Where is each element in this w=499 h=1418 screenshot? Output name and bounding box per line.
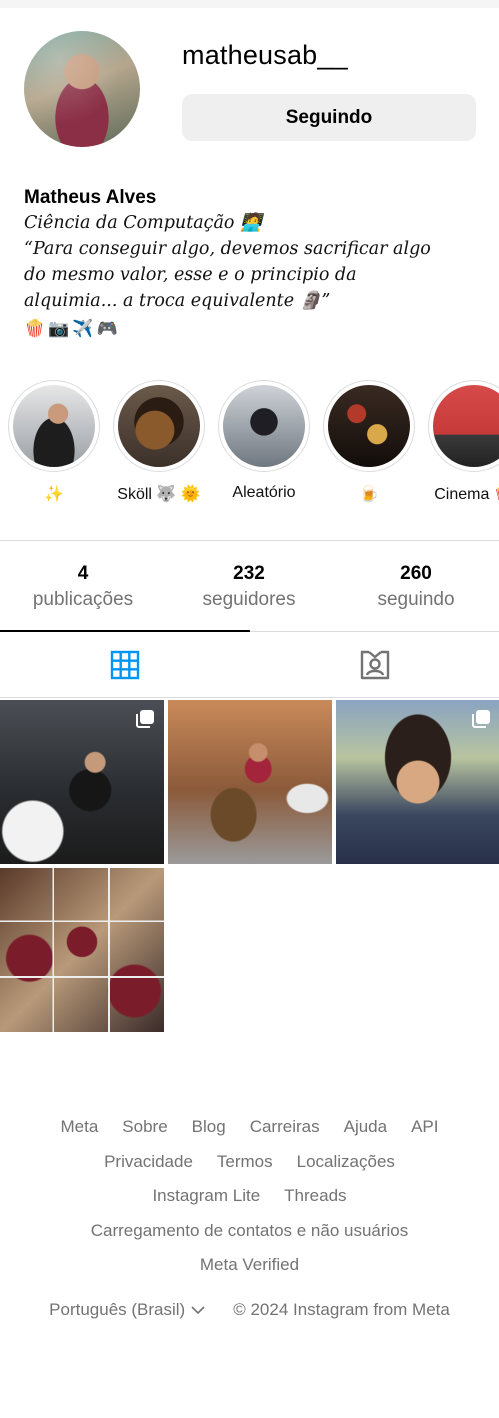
footer-row: Carregamento de contatos e não usuários xyxy=(0,1214,499,1249)
highlight-ring xyxy=(323,380,415,472)
bio-emojis: 🍿📷✈️🎮 xyxy=(24,319,121,338)
footer-link[interactable]: Carregamento de contatos e não usuários xyxy=(91,1221,409,1241)
multiple-photos-icon xyxy=(472,710,490,728)
highlight-cover xyxy=(223,385,305,467)
bio-line: “Para conseguir algo, devemos sacrificar… xyxy=(24,239,431,259)
highlight-label: ✨ xyxy=(44,486,64,503)
post-thumbnail[interactable] xyxy=(0,700,164,864)
footer-row: Meta Verified xyxy=(0,1248,499,1283)
followers-count: 232 xyxy=(233,563,265,584)
tab-posts-grid[interactable] xyxy=(0,632,250,698)
followers-stat[interactable]: 232 seguidores xyxy=(166,562,332,614)
footer-link[interactable]: Blog xyxy=(192,1117,226,1137)
highlight-cover xyxy=(433,385,499,467)
story-highlights: ✨ Sköll 🐺 🌞 Aleatório 🍺 Cinema 🍿 xyxy=(0,380,499,510)
footer: Meta Sobre Blog Carreiras Ajuda API Priv… xyxy=(0,1110,499,1283)
highlight-ring xyxy=(218,380,310,472)
tab-tagged[interactable] xyxy=(250,632,499,698)
posts-count: 4 xyxy=(77,563,89,584)
highlight-item[interactable]: Cinema 🍿 xyxy=(428,380,499,504)
post-thumbnail[interactable] xyxy=(0,868,164,1032)
bio-line: Ciência da Computação 🧑‍💻 xyxy=(24,213,262,233)
highlight-item[interactable]: Sköll 🐺 🌞 xyxy=(113,380,205,504)
language-selector[interactable]: Português (Brasil) xyxy=(49,1300,205,1320)
posts-stat: 4 publicações xyxy=(0,562,166,614)
followers-label: seguidores xyxy=(202,589,296,610)
top-strip xyxy=(0,0,499,8)
footer-link[interactable]: Privacidade xyxy=(104,1152,193,1172)
footer-link[interactable]: API xyxy=(411,1117,438,1137)
grid-icon xyxy=(110,650,140,680)
divider xyxy=(0,697,499,698)
highlight-label: Sköll 🐺 🌞 xyxy=(117,486,201,503)
footer-link[interactable]: Meta Verified xyxy=(200,1255,299,1275)
following-label: seguindo xyxy=(377,589,455,610)
avatar[interactable] xyxy=(24,31,140,147)
post-thumbnail[interactable] xyxy=(168,700,332,864)
footer-link[interactable]: Sobre xyxy=(122,1117,167,1137)
footer-link[interactable]: Ajuda xyxy=(344,1117,387,1137)
highlight-item[interactable]: 🍺 xyxy=(323,380,415,504)
footer-row: Privacidade Termos Localizações xyxy=(0,1145,499,1180)
following-button[interactable]: Seguindo xyxy=(182,94,476,141)
footer-link[interactable]: Carreiras xyxy=(250,1117,320,1137)
full-name: Matheus Alves xyxy=(24,187,157,208)
divider xyxy=(0,540,499,541)
footer-link[interactable]: Termos xyxy=(217,1152,273,1172)
highlight-cover xyxy=(328,385,410,467)
highlight-cover xyxy=(118,385,200,467)
post-thumbnail[interactable] xyxy=(336,700,499,864)
highlight-label: 🍺 xyxy=(359,486,379,503)
footer-link[interactable]: Meta xyxy=(61,1117,99,1137)
copyright: © 2024 Instagram from Meta xyxy=(233,1300,450,1319)
highlight-label: Aleatório xyxy=(232,484,296,501)
following-stat[interactable]: 260 seguindo xyxy=(333,562,499,614)
chevron-down-icon xyxy=(191,1306,205,1315)
highlight-item[interactable]: ✨ xyxy=(8,380,100,504)
footer-link[interactable]: Localizações xyxy=(297,1152,395,1172)
footer-bottom: Português (Brasil) © 2024 Instagram from… xyxy=(0,1300,499,1320)
bio: Matheus Alves Ciência da Computação 🧑‍💻 … xyxy=(24,185,484,344)
footer-row: Meta Sobre Blog Carreiras Ajuda API xyxy=(0,1110,499,1145)
language-label: Português (Brasil) xyxy=(49,1300,186,1319)
highlight-ring xyxy=(428,380,499,472)
highlight-ring xyxy=(113,380,205,472)
username: matheusab__ xyxy=(182,40,348,70)
footer-link[interactable]: Threads xyxy=(284,1186,346,1206)
bio-line: alquimia... a troca equivalente 🗿” xyxy=(24,291,331,311)
following-count: 260 xyxy=(400,563,432,584)
multiple-photos-icon xyxy=(136,710,154,728)
tagged-user-icon xyxy=(360,650,390,680)
posts-label: publicações xyxy=(32,589,134,610)
highlight-item[interactable]: Aleatório xyxy=(218,380,310,502)
footer-row: Instagram Lite Threads xyxy=(0,1179,499,1214)
highlight-ring xyxy=(8,380,100,472)
footer-link[interactable]: Instagram Lite xyxy=(152,1186,260,1206)
highlight-cover xyxy=(13,385,95,467)
bio-line: do mesmo valor, esse e o principio da xyxy=(24,265,357,285)
highlight-label: Cinema 🍿 xyxy=(434,486,499,503)
